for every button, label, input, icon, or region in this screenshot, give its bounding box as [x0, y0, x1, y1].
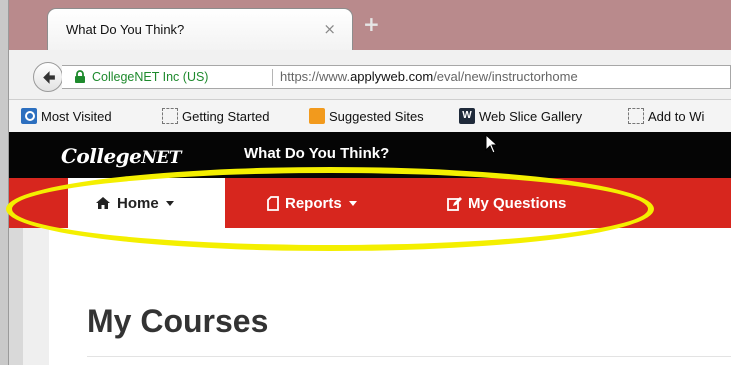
url-bar[interactable]: CollegeNET Inc (US) https://www.applyweb…	[62, 65, 731, 89]
bookmark-label: Web Slice Gallery	[479, 108, 583, 124]
chevron-down-icon	[165, 200, 174, 206]
bookmark-most-visited[interactable]: Most Visited	[21, 107, 112, 125]
page-title: My Courses	[87, 303, 269, 339]
tab-strip: What Do You Think? × +	[9, 0, 731, 50]
web-slice-icon: W	[459, 108, 475, 124]
bookmark-label: Add to Wi	[648, 108, 705, 124]
heading-divider	[87, 356, 731, 357]
tab-title: What Do You Think?	[66, 22, 185, 37]
new-tab-button[interactable]: +	[363, 14, 380, 34]
navigation-bar: CollegeNET Inc (US) https://www.applyweb…	[9, 50, 731, 100]
bookmark-add-to[interactable]: Add to Wi	[628, 107, 704, 125]
bookmark-getting-started[interactable]: Getting Started	[162, 107, 269, 125]
mouse-cursor-icon	[485, 134, 499, 154]
back-arrow-icon	[43, 71, 55, 84]
bookmark-label: Suggested Sites	[329, 108, 424, 124]
edit-icon	[447, 196, 462, 211]
chevron-down-icon	[348, 200, 357, 206]
menu-questions-label: My Questions	[468, 194, 567, 212]
bookmark-web-slice-gallery[interactable]: W Web Slice Gallery	[459, 107, 582, 125]
window-edge	[0, 0, 8, 365]
page-gutter	[9, 228, 23, 365]
menu-my-questions[interactable]: My Questions	[447, 178, 566, 228]
menu-reports-label: Reports	[285, 194, 342, 212]
url-text[interactable]: https://www.applyweb.com/eval/new/instru…	[280, 69, 578, 84]
home-icon	[96, 197, 110, 209]
close-icon[interactable]: ×	[323, 20, 336, 38]
url-separator	[272, 69, 273, 86]
blank-page-icon	[162, 108, 178, 124]
menu-reports[interactable]: Reports	[267, 178, 357, 228]
back-button[interactable]	[33, 62, 63, 92]
menu-home[interactable]: Home	[95, 178, 174, 228]
menu-home-label: Home	[117, 194, 159, 212]
browser-tab[interactable]: What Do You Think? ×	[47, 8, 353, 50]
bookmarks-toolbar: Most Visited Getting Started Suggested S…	[9, 100, 731, 133]
site-identity[interactable]: CollegeNET Inc (US)	[92, 70, 208, 84]
bookmark-label: Getting Started	[182, 108, 270, 124]
ie-icon	[21, 108, 37, 124]
main-menu: Home Reports My Questions	[9, 178, 731, 228]
page-gutter-inner	[23, 228, 49, 365]
collegenet-logo[interactable]: CollegeNET	[61, 144, 182, 168]
site-header: CollegeNET What Do You Think?	[9, 132, 731, 178]
document-icon	[267, 195, 279, 211]
blank-page-icon	[628, 108, 644, 124]
bookmark-label: Most Visited	[41, 108, 112, 124]
suggested-sites-icon	[309, 108, 325, 124]
bookmark-suggested-sites[interactable]: Suggested Sites	[309, 107, 424, 125]
lock-icon	[75, 70, 85, 83]
site-title: What Do You Think?	[244, 145, 390, 162]
